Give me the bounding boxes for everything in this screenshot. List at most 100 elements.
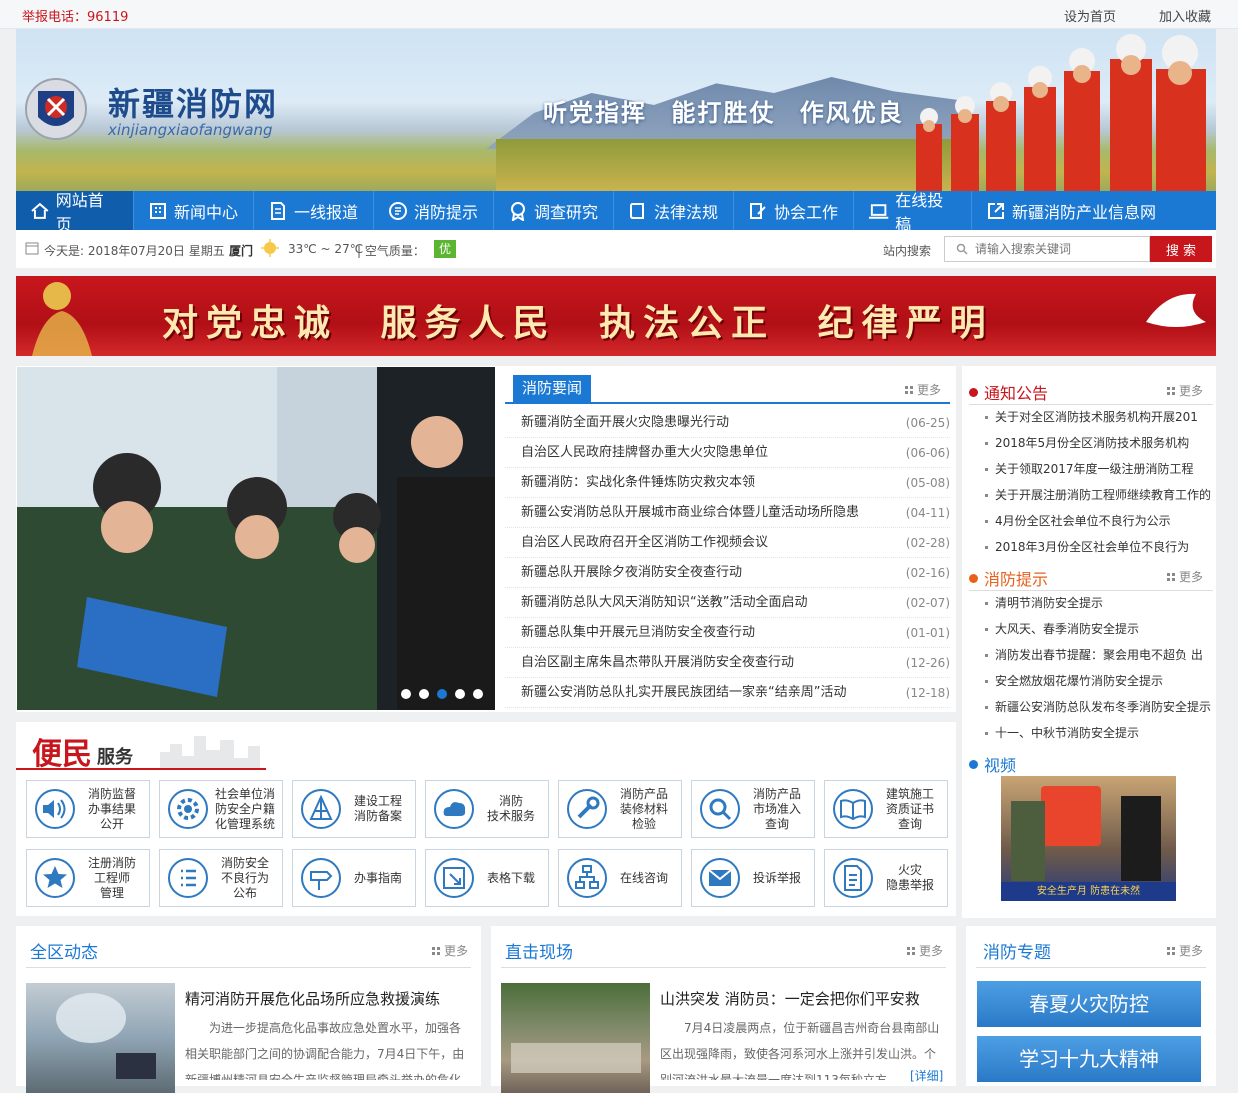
tips-more-link[interactable]: 更多 xyxy=(1167,568,1203,585)
news-item-title[interactable]: 新疆消防总队大风天消防知识“送教”活动全面启动 xyxy=(521,588,807,617)
news-item[interactable]: 新疆消防：实战化条件锤炼防灾救灾本领 (05-08) xyxy=(505,468,950,498)
news-item-date: (12-18) xyxy=(905,686,950,700)
service-button[interactable]: 消防安全 不良行为 公布 xyxy=(159,849,283,907)
nav-laws[interactable]: 法律法规 xyxy=(614,191,734,230)
region-more-link[interactable]: 更多 xyxy=(432,942,468,959)
notice-item[interactable]: 2018年3月份全区社会单位不良行为 xyxy=(969,534,1213,560)
service-label: 注册消防 工程师 管理 xyxy=(87,855,136,900)
tips-item[interactable]: 大风天、春季消防安全提示 xyxy=(969,616,1213,642)
tips-item[interactable]: 十一、中秋节消防安全提示 xyxy=(969,720,1213,746)
service-button[interactable]: 社会单位消 防安全户籍 化管理系统 xyxy=(159,780,283,838)
service-button[interactable]: 办事指南 xyxy=(292,849,416,907)
news-item-date: (06-25) xyxy=(905,416,950,430)
service-label: 社会单位消 防安全户籍 化管理系统 xyxy=(214,786,275,831)
tips-section-title[interactable]: 消防提示 xyxy=(969,566,1048,590)
tips-item[interactable]: 消防发出春节提醒：聚会用电不超负 出 xyxy=(969,642,1213,668)
notice-item[interactable]: 4月份全区社会单位不良行为公示 xyxy=(969,508,1213,534)
set-home-link[interactable]: 设为首页 xyxy=(1064,6,1116,25)
service-button[interactable]: 建筑施工 资质证书 查询 xyxy=(824,780,948,838)
service-button[interactable]: 注册消防 工程师 管理 xyxy=(26,849,150,907)
news-item-title[interactable]: 自治区副主席朱昌杰带队开展消防安全夜查行动 xyxy=(521,648,794,677)
scene-headline[interactable]: 山洪突发 消防员：一定会把你们平安救 xyxy=(660,988,920,1009)
org-chart-icon xyxy=(567,858,607,898)
service-button[interactable]: 投诉举报 xyxy=(691,849,815,907)
notice-item[interactable]: 关于开展注册消防工程师继续教育工作的 xyxy=(969,482,1213,508)
news-item-title[interactable]: 新疆总队集中开展元旦消防安全夜查行动 xyxy=(521,618,755,647)
scene-more-link[interactable]: 更多 xyxy=(907,942,943,959)
nav-fire-tips[interactable]: 消防提示 xyxy=(374,191,494,230)
slider-dot[interactable] xyxy=(473,689,483,699)
tips-item[interactable]: 新疆公安消防总队发布冬季消防安全提示 xyxy=(969,694,1213,720)
news-item[interactable]: 自治区人民政府召开全区消防工作视频会议 (02-28) xyxy=(505,528,950,558)
weather-city: 厦门 xyxy=(229,244,254,258)
service-button[interactable]: 表格下载 xyxy=(425,849,549,907)
service-button[interactable]: 消防监督 办事结果 公开 xyxy=(26,780,150,838)
slogan-banner-text: 对党忠诚 服务人民 执法公正 纪律严明 xyxy=(162,302,994,344)
service-label: 消防产品 市场准入 查询 xyxy=(752,786,801,831)
headline-photo[interactable] xyxy=(17,367,495,710)
news-item-title[interactable]: 自治区人民政府召开全区消防工作视频会议 xyxy=(521,528,768,557)
notice-item[interactable]: 关于对全区消防技术服务机构开展201 xyxy=(969,404,1213,430)
nav-submission[interactable]: 在线投稿 xyxy=(854,191,972,234)
news-item[interactable]: 新疆消防全面开展火灾隐患曝光行动 (06-25) xyxy=(505,408,950,438)
service-button[interactable]: 火灾 隐患举报 xyxy=(824,849,948,907)
news-item[interactable]: 新疆消防总队大风天消防知识“送教”活动全面启动 (02-07) xyxy=(505,588,950,618)
fire-emblem-logo xyxy=(25,78,87,140)
scene-section-title[interactable]: 直击现场 xyxy=(505,938,573,963)
tips-item[interactable]: 安全燃放烟花爆竹消防安全提示 xyxy=(969,668,1213,694)
drill-photo[interactable] xyxy=(26,983,175,1093)
main-nav: 网站首页 新闻中心 一线报道 消防提示 调查研究 法律法规 协会工作 在线投稿 … xyxy=(16,191,1216,234)
video-section-title[interactable]: 视频 xyxy=(969,752,1016,776)
nav-industry-info[interactable]: 新疆消防产业信息网 xyxy=(972,191,1216,230)
tips-item[interactable]: 清明节消防安全提示 xyxy=(969,590,1213,616)
topic-banner-fire-prevention[interactable]: 春夏火灾防控 xyxy=(977,981,1201,1027)
news-item-title[interactable]: 新疆消防：实战化条件锤炼防灾救灾本领 xyxy=(521,468,755,497)
news-item[interactable]: 自治区副主席朱昌杰带队开展消防安全夜查行动 (12-26) xyxy=(505,648,950,678)
nav-association[interactable]: 协会工作 xyxy=(734,191,854,230)
search-input[interactable] xyxy=(944,236,1150,262)
topic-banner-19th-congress[interactable]: 学习十九大精神 xyxy=(977,1036,1201,1082)
slider-dot[interactable] xyxy=(455,689,465,699)
service-button[interactable]: 消防 技术服务 xyxy=(425,780,549,838)
news-more-link[interactable]: 更多 xyxy=(905,381,941,398)
bullet-icon xyxy=(969,573,978,583)
news-item[interactable]: 新疆公安消防总队扎实开展民族团结一家亲“结亲周”活动 (12-18) xyxy=(505,678,950,708)
news-item-title[interactable]: 新疆公安消防总队开展城市商业综合体暨儿童活动场所隐患 xyxy=(521,498,859,527)
notice-item[interactable]: 关于领取2017年度一级注册消防工程 xyxy=(969,456,1213,482)
news-section-title[interactable]: 消防要闻 xyxy=(513,375,591,402)
flood-photo[interactable] xyxy=(501,983,650,1093)
search-button[interactable]: 搜 索 xyxy=(1150,236,1212,262)
news-item-title[interactable]: 自治区人民政府挂牌督办重大火灾隐患单位 xyxy=(521,438,768,467)
video-thumbnail[interactable]: 安全生产月 防患在未然 xyxy=(1001,776,1176,901)
topics-more-link[interactable]: 更多 xyxy=(1167,942,1203,959)
region-section-title[interactable]: 全区动态 xyxy=(30,938,98,963)
nav-frontline[interactable]: 一线报道 xyxy=(254,191,374,230)
region-headline[interactable]: 精河消防开展危化品场所应急救援演练 xyxy=(185,988,440,1009)
news-item[interactable]: 新疆总队开展除夕夜消防安全夜查行动 (02-16) xyxy=(505,558,950,588)
nav-home[interactable]: 网站首页 xyxy=(16,191,134,234)
notice-item[interactable]: 2018年5月份全区消防技术服务机构 xyxy=(969,430,1213,456)
add-favorite-link[interactable]: 加入收藏 xyxy=(1159,6,1211,25)
news-item-title[interactable]: 新疆总队开展除夕夜消防安全夜查行动 xyxy=(521,558,742,587)
service-button[interactable]: 在线咨询 xyxy=(558,849,682,907)
notice-section-title[interactable]: 通知公告 xyxy=(969,380,1048,404)
notice-more-link[interactable]: 更多 xyxy=(1167,382,1203,399)
service-button[interactable]: 消防产品 装修材料 检验 xyxy=(558,780,682,838)
news-item-title[interactable]: 新疆消防全面开展火灾隐患曝光行动 xyxy=(521,408,729,437)
slider-dot[interactable] xyxy=(401,689,411,699)
news-item-title[interactable]: 新疆公安消防总队扎实开展民族团结一家亲“结亲周”活动 xyxy=(521,678,846,707)
service-button[interactable]: 建设工程 消防备案 xyxy=(292,780,416,838)
service-button[interactable]: 消防产品 市场准入 查询 xyxy=(691,780,815,838)
slider-dot-active[interactable] xyxy=(437,689,447,699)
nav-research[interactable]: 调查研究 xyxy=(494,191,614,230)
badge-icon xyxy=(511,201,525,221)
slider-dot[interactable] xyxy=(419,689,429,699)
topics-section-title[interactable]: 消防专题 xyxy=(983,938,1051,963)
star-icon xyxy=(35,858,75,898)
news-item[interactable]: 新疆公安消防总队开展城市商业综合体暨儿童活动场所隐患 (04-11) xyxy=(505,498,950,528)
scene-detail-link[interactable]: [详细] xyxy=(910,1067,943,1084)
news-item[interactable]: 新疆总队集中开展元旦消防安全夜查行动 (01-01) xyxy=(505,618,950,648)
nav-news-center[interactable]: 新闻中心 xyxy=(134,191,254,230)
news-item-date: (02-16) xyxy=(905,566,950,580)
news-item[interactable]: 自治区人民政府挂牌督办重大火灾隐患单位 (06-06) xyxy=(505,438,950,468)
